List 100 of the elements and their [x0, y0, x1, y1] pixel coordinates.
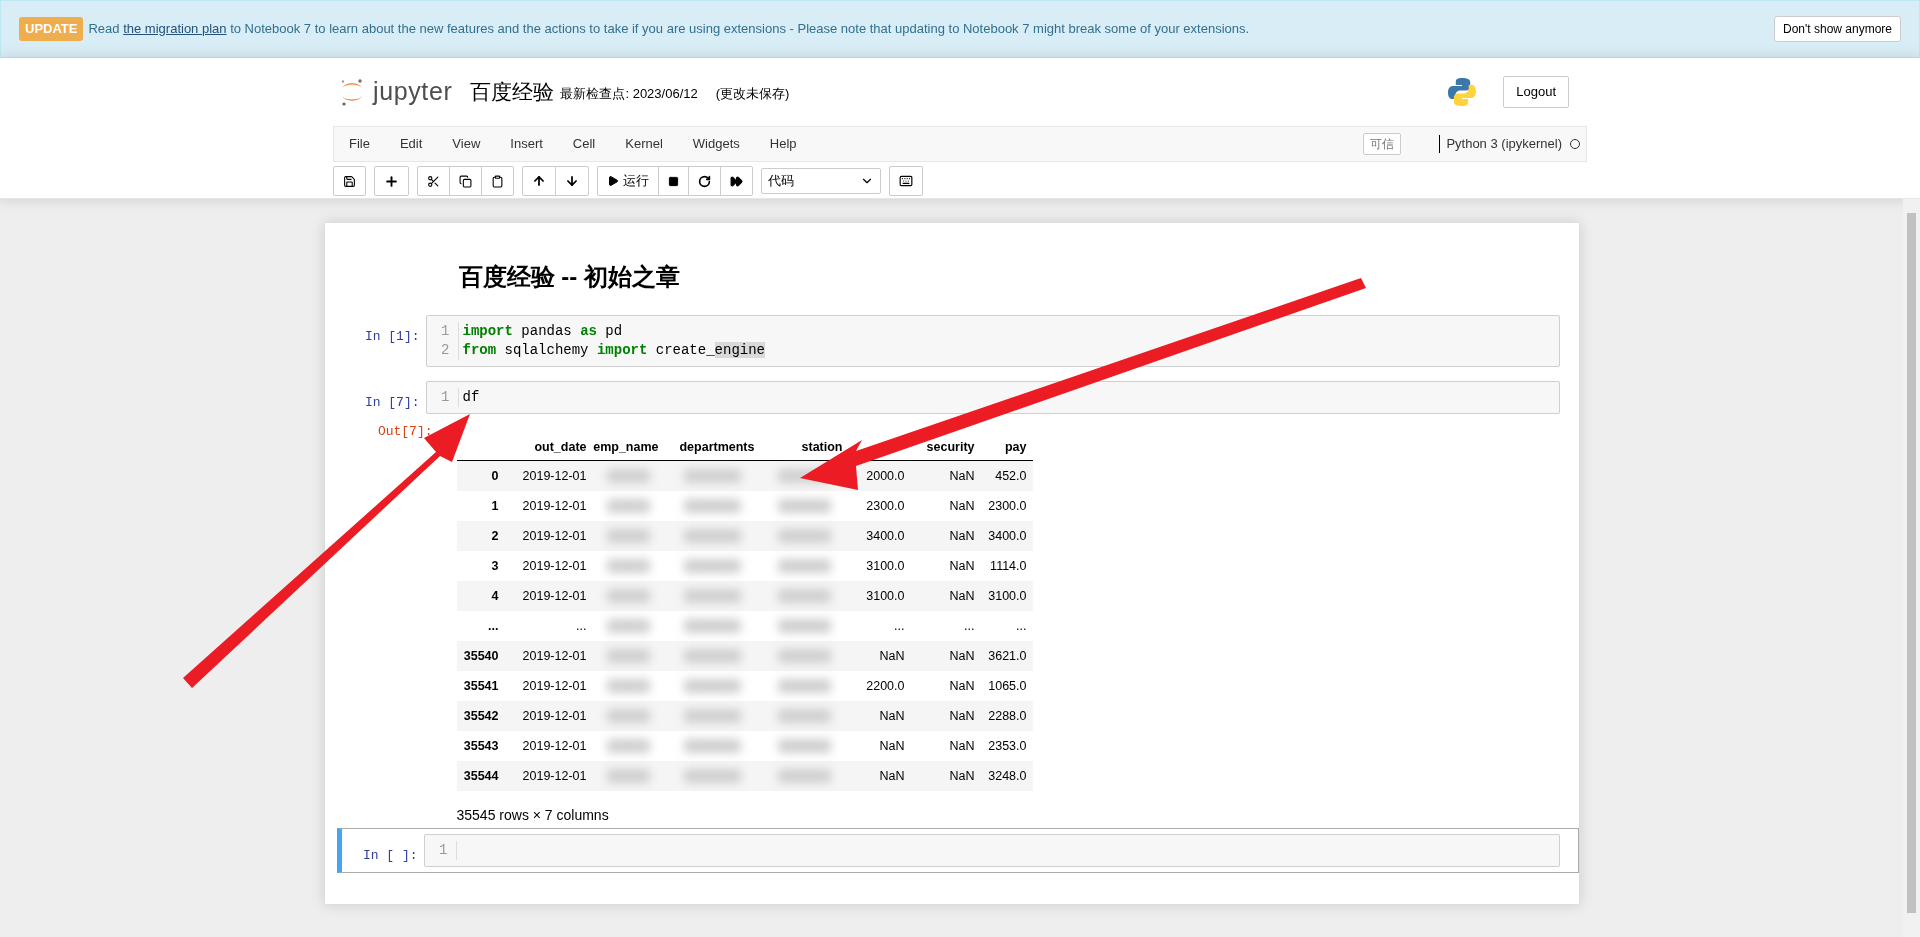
table-cell-text: 3621.0: [988, 647, 1027, 665]
run-button[interactable]: 运行: [597, 166, 659, 196]
line-number: 1: [441, 389, 450, 405]
input-prompt: In [1]:: [364, 329, 420, 344]
notebook-cell[interactable]: In [7]: 1 df: [341, 375, 1579, 420]
column-header: station: [801, 440, 843, 455]
table-summary: 35545 rows × 7 columns: [456, 807, 609, 823]
row-index: 35541: [463, 677, 499, 695]
code-line: df: [462, 389, 480, 405]
table-cell-text: NaN: [949, 467, 975, 485]
move-down-button[interactable]: [555, 166, 589, 196]
row-index: 35542: [463, 707, 499, 725]
code-line: import pandas as pd: [462, 323, 623, 339]
restart-button[interactable]: [688, 166, 721, 196]
keyboard-shortcuts-button[interactable]: [889, 166, 923, 196]
menu-item[interactable]: Edit: [384, 127, 438, 161]
table-cell-text: ...: [894, 617, 905, 635]
cut-button[interactable]: [417, 166, 450, 196]
stop-icon: [668, 175, 679, 187]
menu-item[interactable]: Kernel: [610, 127, 678, 161]
table-cell-text: 2200.0: [866, 677, 905, 695]
table-cell-text: 3100.0: [866, 587, 905, 605]
row-index: 1: [491, 497, 499, 515]
input-prompt: In [7]:: [364, 395, 420, 410]
table-cell-text: NaN: [949, 677, 975, 695]
kernel-name: Python 3 (ipykernel): [1446, 135, 1562, 154]
table-cell-text: 3400.0: [866, 527, 905, 545]
table-cell-text: NaN: [949, 587, 975, 605]
table-cell-text: 2019-12-01: [522, 527, 587, 545]
move-up-button[interactable]: [522, 166, 556, 196]
paste-button[interactable]: [481, 166, 514, 196]
table-cell-text: 3400.0: [988, 527, 1027, 545]
notebook-heading: 百度经验 -- 初始之章: [458, 263, 680, 290]
table-cell-text: 2019-12-01: [522, 737, 587, 755]
keyboard-icon: [899, 174, 913, 188]
table-cell-text: 1065.0: [988, 677, 1027, 695]
logout-button[interactable]: Logout: [1503, 76, 1569, 108]
stop-button[interactable]: [658, 166, 689, 196]
code-line: from sqlalchemy import create_engine: [462, 342, 765, 358]
table-cell-text: ...: [576, 617, 587, 635]
table-cell-text: NaN: [879, 707, 905, 725]
table-cell-text: 2000.0: [866, 467, 905, 485]
table-cell-text: 2019-12-01: [522, 767, 587, 785]
table-cell-text: NaN: [879, 647, 905, 665]
table-cell-text: 3100.0: [988, 587, 1027, 605]
notebook-cell[interactable]: In [ ]: 1: [336, 828, 1579, 873]
row-index: 35543: [463, 737, 499, 755]
table-cell-text: NaN: [949, 737, 975, 755]
code-editor[interactable]: 1 2 import pandas as pd from sqlalchemy import create_engine: [425, 315, 1560, 367]
copy-button[interactable]: [449, 166, 482, 196]
add-cell-button[interactable]: [374, 166, 409, 196]
plus-icon: [384, 173, 399, 189]
table-cell-text: 2019-12-01: [522, 647, 587, 665]
column-header: out_date: [534, 440, 587, 455]
row-index: 35540: [463, 647, 499, 665]
table-cell-text: 2300.0: [866, 497, 905, 515]
cell-type-dropdown[interactable]: 代码: [761, 168, 881, 194]
menu-item[interactable]: Insert: [495, 127, 558, 161]
restart-icon: [698, 174, 711, 188]
table-cell-text: 2288.0: [988, 707, 1027, 725]
table-cell-text: ...: [1016, 617, 1027, 635]
code-editor[interactable]: 1 df: [425, 381, 1560, 414]
table-cell-text: 2019-12-01: [522, 467, 587, 485]
dismiss-button[interactable]: Don't show anymore: [1774, 16, 1901, 42]
table-cell-text: NaN: [949, 767, 975, 785]
banner-text: Read the migration plan to Notebook 7 to learn about the new features and the actions to take if you are using extensions - Please note that updating to Notebook 7 might break some of your extensions.: [88, 20, 1250, 39]
column-header: departments: [679, 440, 755, 455]
table-cell-text: 1114.0: [990, 557, 1027, 575]
table-cell-text: 2353.0: [988, 737, 1027, 755]
menu-item[interactable]: File: [334, 127, 385, 161]
table-cell-text: 2019-12-01: [522, 497, 587, 515]
notebook-name[interactable]: 百度经验: [470, 76, 555, 108]
table-cell-text: 2019-12-01: [522, 707, 587, 725]
table-cell-text: 2019-12-01: [522, 677, 587, 695]
output-prompt: Out[7]:: [377, 424, 433, 439]
notebook-cell[interactable]: In [1]: 1 2 import pandas as pd from sqlalchemy import create_engine: [341, 309, 1579, 373]
menu-item[interactable]: View: [437, 127, 496, 161]
line-number: 1: [441, 323, 450, 339]
table-cell-text: 452.0: [995, 467, 1027, 485]
migration-link[interactable]: the migration plan: [123, 21, 227, 37]
run-all-button[interactable]: [720, 166, 753, 196]
menu-item[interactable]: Help: [754, 127, 812, 161]
table-cell-text: NaN: [949, 497, 975, 515]
table-cell-text: NaN: [949, 707, 975, 725]
table-cell-text: 2019-12-01: [522, 557, 587, 575]
trusted-badge[interactable]: 可信: [1363, 133, 1402, 155]
table-cell-text: 2300.0: [988, 497, 1027, 515]
table-cell-text: NaN: [879, 737, 905, 755]
checkpoint-text: 最新检查点: 2023/06/12: [560, 85, 698, 104]
menu-item[interactable]: Widgets: [677, 127, 755, 161]
table-cell-text: NaN: [949, 527, 975, 545]
row-index: 2: [491, 527, 499, 545]
copy-icon: [459, 174, 472, 188]
save-button[interactable]: [333, 166, 366, 196]
table-cell-text: NaN: [879, 767, 905, 785]
menu-item[interactable]: Cell: [557, 127, 611, 161]
row-index: 35544: [463, 767, 499, 785]
fast-forward-icon: [730, 174, 743, 188]
column-header: emp_name: [593, 440, 659, 455]
row-index: 3: [491, 557, 499, 575]
